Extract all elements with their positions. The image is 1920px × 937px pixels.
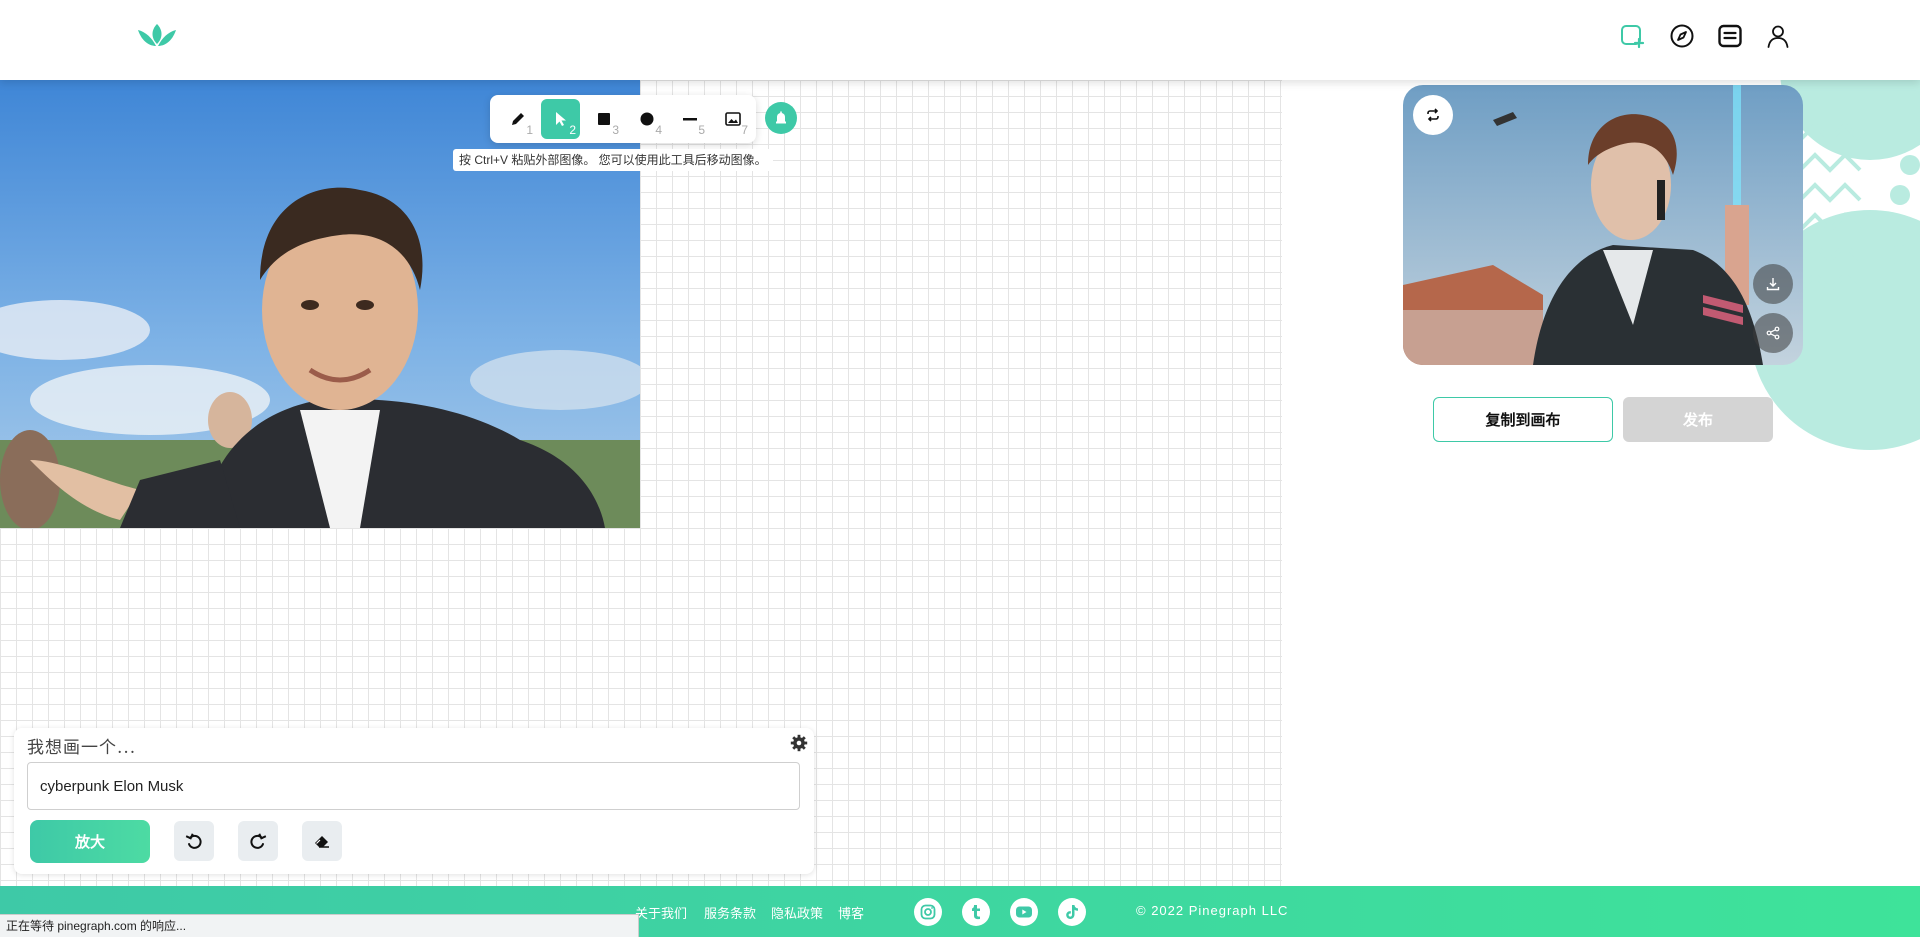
upscale-button[interactable]: 放大: [30, 820, 150, 863]
share-icon: [1766, 326, 1780, 340]
user-icon[interactable]: [1764, 22, 1792, 50]
instagram-icon[interactable]: [914, 898, 942, 926]
square-icon: [597, 113, 610, 125]
regenerate-button[interactable]: [1413, 95, 1453, 135]
image-icon: [724, 112, 741, 126]
document-icon[interactable]: [1716, 22, 1744, 50]
add-canvas-icon[interactable]: [1619, 22, 1647, 50]
image-tool[interactable]: 7: [713, 99, 752, 139]
eraser-icon: [315, 836, 329, 848]
tool-shortcut-number: 4: [655, 123, 662, 137]
eraser-button[interactable]: [302, 821, 342, 861]
line-tool[interactable]: 5: [670, 99, 709, 139]
pencil-tool[interactable]: 1: [498, 99, 537, 139]
line-icon: [682, 118, 697, 121]
undo-icon: [185, 833, 202, 849]
gear-icon[interactable]: [790, 734, 808, 752]
undo-button[interactable]: [174, 821, 214, 861]
compass-icon[interactable]: [1668, 22, 1696, 50]
tool-shortcut-number: 5: [698, 123, 705, 137]
bell-icon: [776, 111, 786, 124]
tumblr-icon[interactable]: [962, 898, 990, 926]
youtube-icon[interactable]: [1010, 898, 1038, 926]
square-tool[interactable]: 3: [584, 99, 623, 139]
top-header: [0, 0, 1920, 80]
generated-image-card[interactable]: [1403, 85, 1803, 365]
footer-link-privacy[interactable]: 隐私政策: [771, 903, 823, 922]
repeat-icon: [1427, 108, 1439, 122]
tool-shortcut-number: 3: [612, 123, 619, 137]
footer-link-about[interactable]: 关于我们: [635, 903, 687, 922]
browser-status-bar: 正在等待 pinegraph.com 的响应...: [0, 914, 639, 937]
circle-icon: [640, 112, 653, 126]
pointer-icon: [555, 112, 566, 126]
footer-link-terms[interactable]: 服务条款: [704, 903, 756, 922]
notify-button[interactable]: [765, 102, 797, 134]
pasted-photo[interactable]: [0, 80, 640, 528]
download-icon: [1766, 278, 1780, 291]
copy-to-canvas-button[interactable]: 复制到画布: [1433, 397, 1613, 442]
download-button[interactable]: [1753, 264, 1793, 304]
circle-tool[interactable]: 4: [627, 99, 666, 139]
tool-shortcut-number: 1: [526, 123, 533, 137]
pencil-icon: [511, 113, 524, 125]
publish-button[interactable]: 发布: [1623, 397, 1773, 442]
tiktok-icon[interactable]: [1058, 898, 1086, 926]
redo-button[interactable]: [238, 821, 278, 861]
pointer-tool[interactable]: 2: [541, 99, 580, 139]
tool-shortcut-number: 2: [569, 123, 576, 137]
toolbar-hint: 按 Ctrl+V 粘贴外部图像。 您可以使用此工具后移动图像。: [453, 149, 773, 171]
share-button[interactable]: [1753, 313, 1793, 353]
prompt-label: 我想画一个...: [27, 738, 137, 758]
prompt-input[interactable]: [27, 762, 800, 810]
prompt-panel: 我想画一个... 放大: [14, 728, 814, 874]
footer-link-blog[interactable]: 博客: [838, 903, 864, 922]
redo-icon: [250, 833, 267, 849]
leaf-logo-icon[interactable]: [136, 22, 178, 50]
copyright-text: © 2022 Pinegraph LLC: [1136, 903, 1289, 918]
drawing-toolbar: 1 2 3 4 5 7: [490, 95, 756, 143]
tool-shortcut-number: 7: [741, 123, 748, 137]
